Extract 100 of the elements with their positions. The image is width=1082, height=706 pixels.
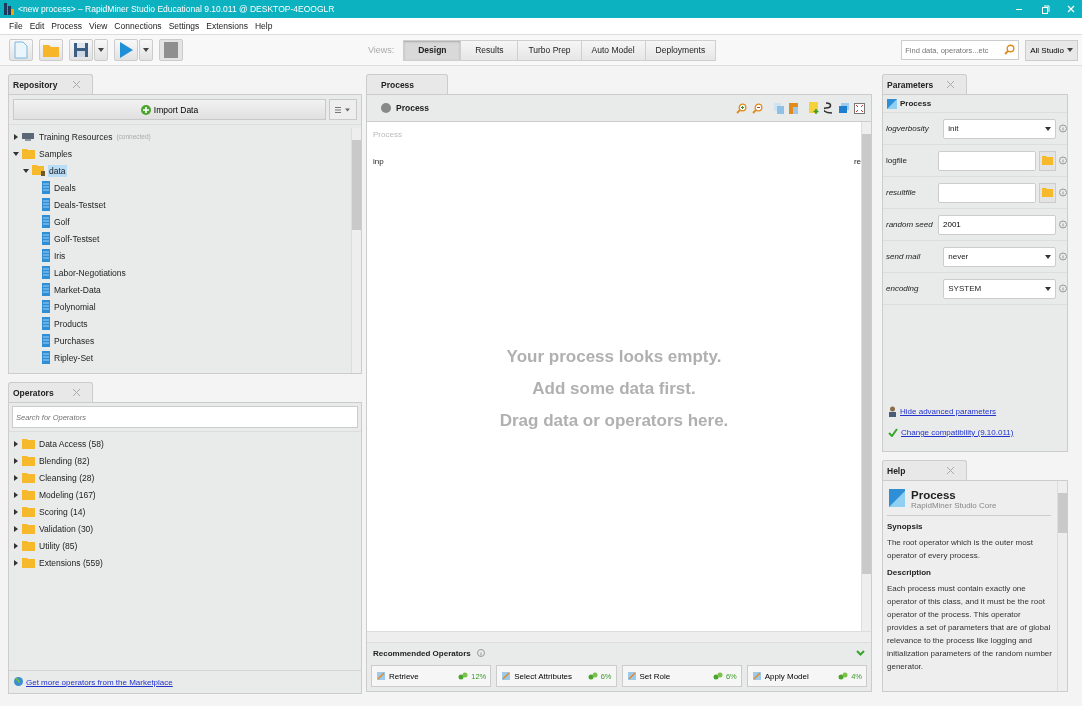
parameter-dropdown[interactable]: init (943, 118, 1056, 139)
open-button[interactable] (39, 39, 63, 61)
panel-tab[interactable]: Help (882, 460, 967, 480)
tree-item[interactable]: Ripley-Set (53, 351, 95, 364)
save-button[interactable] (69, 39, 93, 61)
tree-item[interactable]: Deals (53, 181, 77, 194)
operator-group[interactable]: Modeling (167) (38, 488, 97, 501)
view-tab[interactable]: Design (403, 39, 462, 61)
browse-button[interactable] (1038, 182, 1056, 203)
panel-tab[interactable]: Process (366, 74, 448, 94)
operator-group[interactable]: Extensions (559) (38, 556, 104, 569)
menu-item[interactable]: Settings (168, 21, 200, 31)
info-icon[interactable] (1059, 252, 1067, 261)
menu-item[interactable]: Process (51, 21, 83, 31)
close-icon[interactable] (947, 81, 954, 88)
close-icon[interactable] (73, 389, 80, 396)
tree-item[interactable]: Polynomial (53, 300, 97, 313)
expand-toggle-icon[interactable] (13, 559, 19, 566)
input-port[interactable]: inp (373, 157, 384, 166)
new-process-button[interactable] (9, 39, 33, 61)
auto-wire-icon[interactable] (824, 102, 834, 114)
menu-item[interactable]: Edit (29, 21, 45, 31)
hide-advanced-link[interactable]: Hide advanced parameters (900, 407, 997, 416)
close-icon[interactable] (73, 81, 80, 88)
panel-tab[interactable]: Repository (8, 74, 93, 94)
collapse-chevron-icon[interactable] (856, 650, 865, 656)
view-tab[interactable]: Auto Model (580, 39, 646, 61)
menu-item[interactable]: Extensions (206, 21, 248, 31)
info-icon[interactable] (1059, 284, 1067, 293)
expand-toggle-icon[interactable] (13, 474, 19, 481)
import-data-button[interactable]: Import Data (13, 99, 326, 120)
expand-toggle-icon[interactable] (13, 525, 19, 532)
operator-group[interactable]: Scoring (14) (38, 505, 87, 518)
expand-toggle-icon[interactable] (13, 508, 19, 515)
scrollbar[interactable] (1057, 481, 1067, 691)
scope-dropdown[interactable]: All Studio (1025, 39, 1078, 61)
tree-item[interactable]: data (48, 164, 67, 177)
view-tab[interactable]: Deployments (644, 39, 717, 61)
panel-tab[interactable]: Operators (8, 382, 93, 402)
info-icon[interactable] (1059, 188, 1067, 197)
expand-toggle-icon[interactable] (13, 491, 19, 498)
scrollbar[interactable] (351, 128, 361, 373)
stop-button[interactable] (159, 39, 183, 61)
expand-toggle-icon[interactable] (13, 133, 19, 140)
menu-item[interactable]: View (89, 21, 108, 31)
browse-button[interactable] (1038, 150, 1056, 171)
zoom-in-icon[interactable] (736, 102, 747, 114)
parameter-dropdown[interactable]: SYSTEM (943, 278, 1056, 299)
operator-group[interactable]: Blending (82) (38, 454, 91, 467)
operator-group[interactable]: Utility (85) (38, 539, 79, 552)
add-note-icon[interactable] (809, 102, 819, 114)
compatibility-link[interactable]: Change compatibility (9.10.011) (901, 428, 1014, 437)
copy-icon[interactable] (774, 102, 784, 114)
save-menu-button[interactable] (94, 39, 108, 61)
info-icon[interactable] (1059, 156, 1067, 165)
tree-item[interactable]: Iris (53, 249, 67, 262)
parameter-field[interactable] (937, 150, 1036, 171)
repository-menu-button[interactable] (329, 99, 357, 120)
panel-tab[interactable]: Parameters (882, 74, 967, 94)
expand-toggle-icon[interactable] (23, 167, 29, 174)
menu-item[interactable]: Help (254, 21, 273, 31)
view-tab[interactable]: Results (460, 39, 519, 61)
search-icon[interactable] (1004, 44, 1016, 55)
marketplace-link[interactable]: Get more operators from the Marketplace (26, 677, 173, 687)
close-icon[interactable] (947, 467, 954, 474)
expand-toggle-icon[interactable] (13, 542, 19, 549)
tree-item[interactable]: Training Resources (38, 130, 114, 143)
scrollbar[interactable] (861, 122, 871, 631)
zoom-out-icon[interactable] (752, 102, 763, 114)
breadcrumb[interactable]: Process (396, 103, 430, 113)
parameter-field[interactable]: 2001 (938, 214, 1056, 235)
menu-item[interactable]: File (9, 21, 23, 31)
operator-group[interactable]: Data Access (58) (38, 437, 105, 450)
restore-icon[interactable] (1040, 4, 1050, 14)
scrollbar[interactable] (367, 631, 871, 642)
info-icon[interactable] (1059, 124, 1067, 133)
tree-item[interactable]: Products (53, 317, 89, 330)
parameter-field[interactable] (937, 182, 1036, 203)
tree-item[interactable]: Samples (38, 147, 74, 160)
tree-item[interactable]: Golf-Testset (53, 232, 101, 245)
tree-item[interactable]: Labor-Negotiations (53, 266, 127, 279)
output-port[interactable]: re (853, 157, 861, 166)
tree-item[interactable]: Market-Data (53, 283, 102, 296)
tree-item[interactable]: Purchases (53, 334, 96, 347)
tree-item[interactable]: Deals-Testset (53, 198, 107, 211)
tree-item[interactable]: Golf (53, 215, 71, 228)
parameter-dropdown[interactable]: never (943, 246, 1056, 267)
menu-item[interactable]: Connections (114, 21, 162, 31)
info-icon[interactable] (476, 649, 485, 657)
operator-group[interactable]: Cleansing (28) (38, 471, 96, 484)
paste-icon[interactable] (789, 102, 798, 114)
run-menu-button[interactable] (139, 39, 153, 61)
view-tab[interactable]: Turbo Prep (517, 39, 582, 61)
expand-toggle-icon[interactable] (13, 150, 19, 157)
fit-view-icon[interactable] (854, 102, 865, 114)
info-icon[interactable] (1059, 220, 1067, 229)
expand-toggle-icon[interactable] (13, 440, 19, 447)
layers-icon[interactable] (839, 103, 849, 113)
operator-group[interactable]: Validation (30) (38, 522, 95, 535)
expand-toggle-icon[interactable] (13, 457, 19, 464)
